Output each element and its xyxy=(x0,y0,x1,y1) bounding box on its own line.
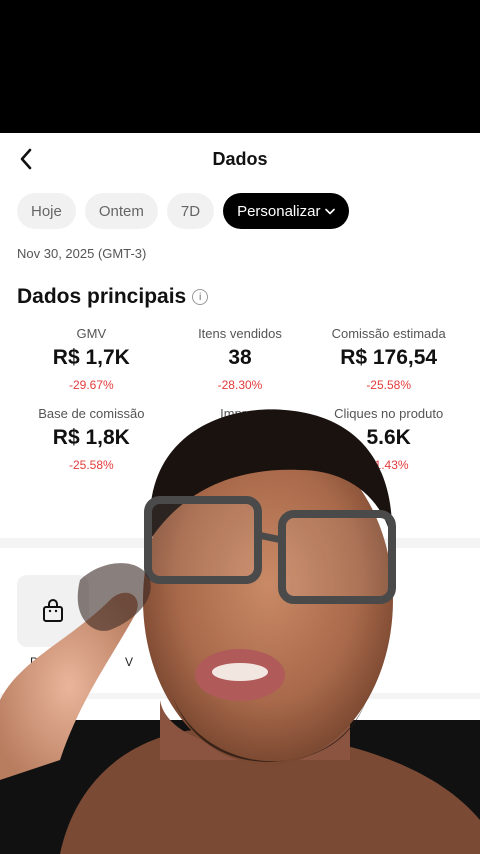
chip-7d[interactable]: 7D xyxy=(166,193,215,229)
metric-label: Comissão estimada xyxy=(331,326,446,341)
metric-delta: -25.58% xyxy=(366,378,412,392)
header: Dados xyxy=(0,133,480,187)
metric-value: 5.6K xyxy=(366,426,411,449)
shortcut-label: P xyxy=(30,655,39,669)
metric-label: Base de comissão xyxy=(38,406,145,421)
metric-label: Cliques no produto xyxy=(334,406,444,421)
chip-label: 7D xyxy=(180,202,201,220)
metric-delta: 11.43% xyxy=(368,458,409,472)
metric-value: 38 xyxy=(228,346,252,369)
metric-items-sold[interactable]: Itens vendidos 38 -28.30% xyxy=(166,326,315,392)
info-icon[interactable]: i xyxy=(192,289,209,305)
date-range-label: Nov 30, 2025 (GMT-3) xyxy=(17,246,147,261)
chip-label: Ontem xyxy=(98,202,144,220)
shortcut-label: V xyxy=(125,655,134,669)
section-divider xyxy=(0,693,480,699)
metric-estimated-commission[interactable]: Comissão estimada R$ 176,54 -25.58% xyxy=(314,326,463,392)
page-title: Dados xyxy=(212,149,268,169)
metric-delta: -29.67% xyxy=(68,378,114,392)
metric-impressions[interactable]: Impres xyxy=(166,406,315,472)
chevron-down-icon xyxy=(325,208,336,214)
shopping-bag-icon xyxy=(43,599,63,622)
metric-value: R$ 1,7K xyxy=(52,346,130,369)
metric-value: R$ 176,54 xyxy=(340,346,438,369)
date-filter-chips: Hoje Ontem 7D Personalizar xyxy=(17,193,350,229)
chip-custom[interactable]: Personalizar xyxy=(223,193,350,229)
metric-label: GMV xyxy=(76,326,107,341)
metric-label: Impres xyxy=(220,406,260,421)
section-title: Dados principais i xyxy=(17,285,209,309)
metric-value xyxy=(166,426,315,454)
metric-commission-base[interactable]: Base de comissão R$ 1,8K -25.58% xyxy=(17,406,166,472)
chip-today[interactable]: Hoje xyxy=(17,193,76,229)
app-screen: Dados Hoje Ontem 7D Personalizar Nov 30,… xyxy=(0,133,480,854)
metric-gmv[interactable]: GMV R$ 1,7K -29.67% xyxy=(17,326,166,392)
video-top-letterbox xyxy=(0,0,480,133)
metric-label: Itens vendidos xyxy=(198,326,282,341)
metric-value: R$ 1,8K xyxy=(52,426,130,449)
section-divider xyxy=(0,538,480,548)
chip-label: Hoje xyxy=(31,202,62,220)
shortcut-products[interactable] xyxy=(17,575,89,647)
chip-yesterday[interactable]: Ontem xyxy=(84,193,158,229)
section-title-text: Dados principais xyxy=(17,285,187,308)
metrics-grid: GMV R$ 1,7K -29.67% Itens vendidos 38 -2… xyxy=(17,326,463,472)
metric-delta: -28.30% xyxy=(217,378,263,392)
metric-product-clicks[interactable]: Cliques no produto 5.6K 11.43% xyxy=(314,406,463,472)
chip-label: Personalizar xyxy=(237,202,321,220)
metric-delta: -25.58% xyxy=(68,458,114,472)
